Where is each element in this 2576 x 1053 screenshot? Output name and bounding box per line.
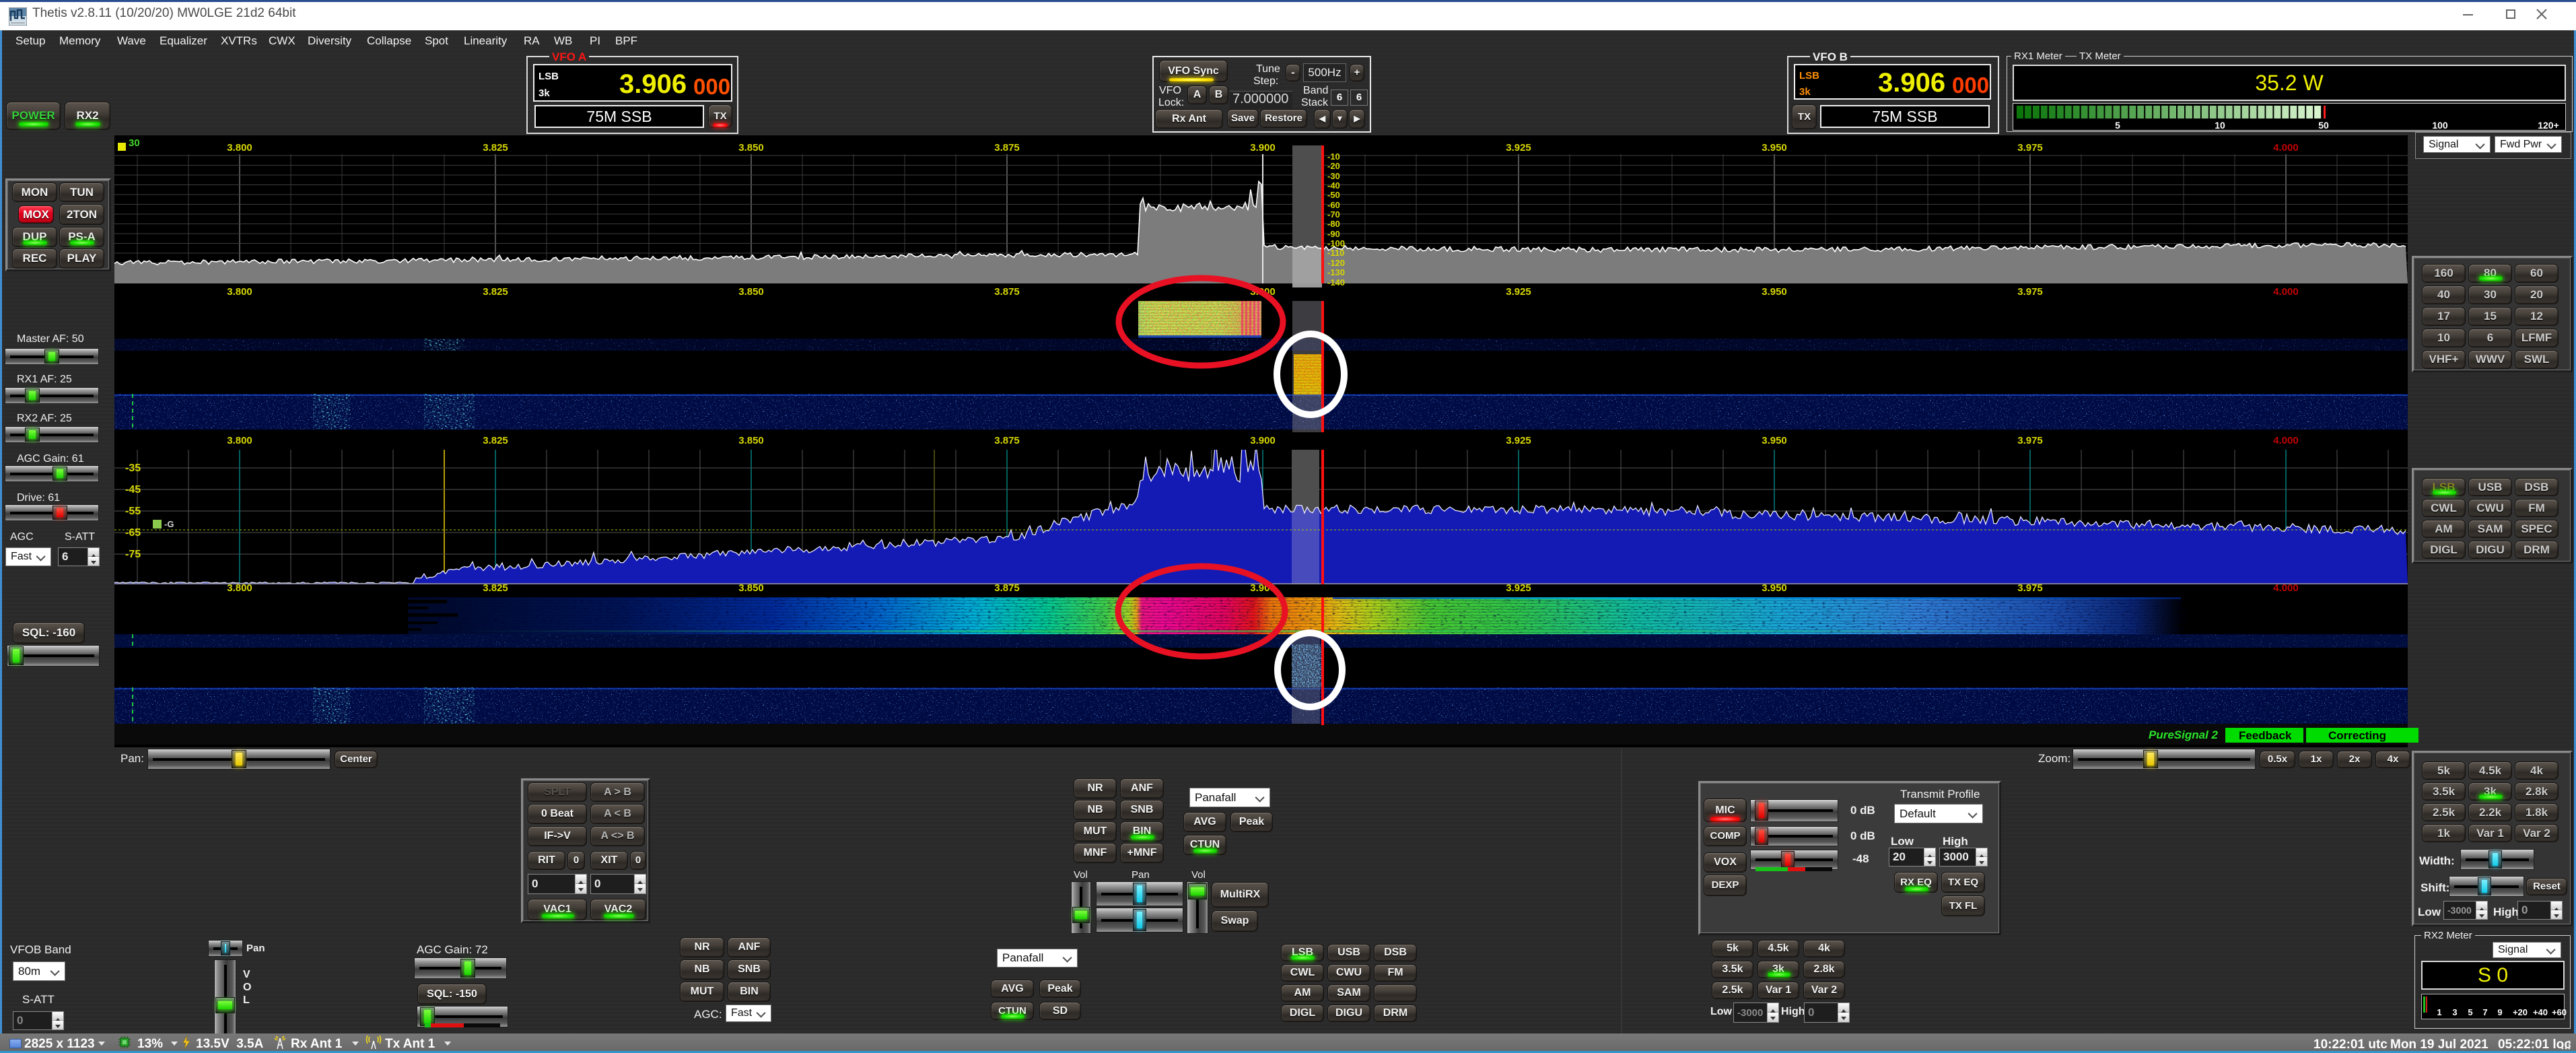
svg-text:-G: -G [164,519,174,529]
